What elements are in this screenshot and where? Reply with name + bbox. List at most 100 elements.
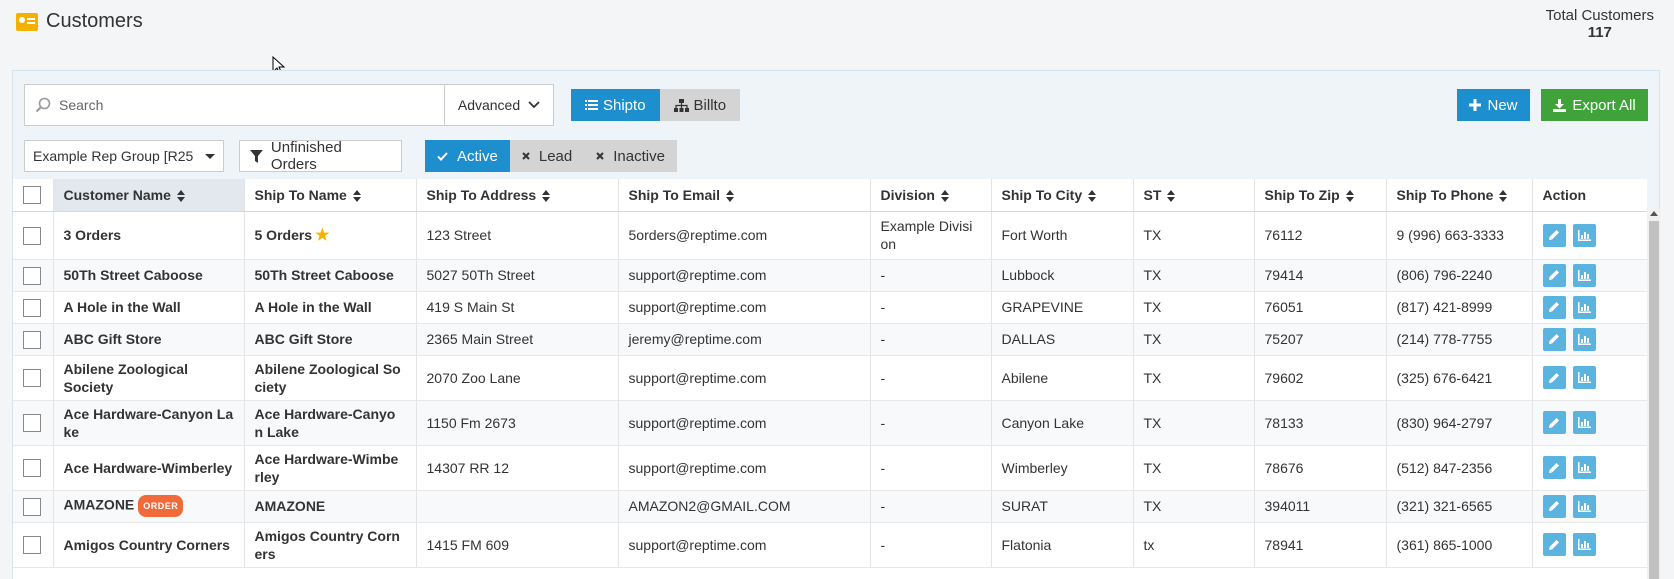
- edit-pencil-icon[interactable]: [1542, 263, 1566, 287]
- status-active-button[interactable]: Active: [425, 140, 510, 172]
- edit-pencil-icon[interactable]: [1542, 366, 1566, 389]
- table-row[interactable]: Ace Hardware-Canyon La ke Ace Hardware-Ca…: [13, 400, 1647, 446]
- ship-to-email: support@reptime.com: [618, 445, 871, 491]
- ship-to-name-cell: Ace Hardware-Wimbe rley: [244, 445, 417, 491]
- customer-name-cell[interactable]: A Hole in the Wall: [53, 291, 245, 324]
- row-checkbox[interactable]: [23, 298, 41, 317]
- unfinished-orders-filter[interactable]: Unfinished Orders: [239, 139, 402, 173]
- bar-chart-icon[interactable]: [1572, 366, 1596, 389]
- table-row[interactable]: Ace Hardware-Wimberley Ace Hardware-Wimbe…: [13, 445, 1647, 491]
- table-row[interactable]: Abilene Zoological Society Abilene Zoolog…: [13, 355, 1647, 401]
- column-ship-to-phone[interactable]: Ship To Phone: [1386, 179, 1533, 212]
- scrollbar-thumb[interactable]: [1649, 221, 1659, 579]
- bar-chart-icon[interactable]: [1572, 456, 1596, 479]
- bar-chart-icon[interactable]: [1572, 494, 1596, 518]
- table-row[interactable]: 3 Orders 5 Orders ★ 123 Street 5orders@repti…: [13, 211, 1647, 260]
- total-customers-label: Total Customers: [1545, 7, 1654, 24]
- table-row[interactable]: AMAZONE ORDER AMAZONE AMAZON2@GMAIL.COM - SUR…: [13, 490, 1647, 523]
- bar-chart-icon[interactable]: [1572, 533, 1596, 556]
- ship-to-address: 2365 Main Street: [416, 323, 619, 356]
- ship-to-state: TX: [1133, 445, 1255, 491]
- edit-pencil-icon[interactable]: [1542, 295, 1566, 319]
- advanced-search-button[interactable]: Advanced: [445, 85, 553, 125]
- search-group: Advanced: [24, 84, 554, 126]
- customer-name-cell[interactable]: AMAZONE ORDER: [53, 490, 245, 523]
- customer-name-cell[interactable]: Amigos Country Corners: [53, 522, 245, 568]
- ship-to-address: 5027 50Th Street: [416, 259, 619, 292]
- row-checkbox[interactable]: [23, 459, 41, 478]
- total-customers-count: 117: [1587, 24, 1612, 41]
- customer-name-cell[interactable]: 3 Orders: [53, 211, 245, 260]
- edit-pencil-icon[interactable]: [1542, 494, 1566, 518]
- ship-to-city: Canyon Lake: [991, 400, 1134, 446]
- close-icon: [522, 152, 530, 160]
- column-division[interactable]: Division: [870, 179, 992, 212]
- ship-to-email: support@reptime.com: [618, 400, 871, 446]
- ship-to-name: Ace Hardware-Canyo n Lake: [254, 405, 396, 440]
- customer-name: ABC Gift Store: [63, 331, 162, 347]
- row-checkbox[interactable]: [23, 497, 41, 516]
- ship-to-zip: 78676: [1254, 445, 1387, 491]
- customer-name-cell[interactable]: 50Th Street Caboose: [53, 259, 245, 292]
- unfinished-label: Unfinished Orders: [270, 139, 342, 173]
- view-toggle: Shipto Billto: [571, 89, 741, 121]
- ship-to-name-cell: 5 Orders ★: [244, 211, 417, 260]
- edit-pencil-icon[interactable]: [1542, 327, 1566, 351]
- ship-to-phone: (512) 847-2356: [1386, 445, 1533, 491]
- table-row[interactable]: Amigos Country Corners Amigos Country Cor…: [13, 522, 1647, 568]
- bar-chart-icon[interactable]: [1572, 295, 1596, 319]
- bar-chart-icon[interactable]: [1572, 411, 1596, 434]
- edit-pencil-icon[interactable]: [1542, 411, 1566, 434]
- column-st[interactable]: ST: [1133, 179, 1255, 212]
- export-label: Export All: [1572, 96, 1636, 114]
- edit-pencil-icon[interactable]: [1542, 533, 1566, 556]
- row-checkbox[interactable]: [23, 266, 41, 285]
- column-ship-to-email[interactable]: Ship To Email: [618, 179, 871, 212]
- customer-name-cell[interactable]: Abilene Zoological Society: [53, 355, 245, 401]
- column-ship-to-zip[interactable]: Ship To Zip: [1254, 179, 1387, 212]
- customer-name-cell[interactable]: Ace Hardware-Canyon La ke: [53, 400, 245, 446]
- new-customer-button[interactable]: New: [1457, 89, 1530, 121]
- scroll-up-icon[interactable]: [1650, 211, 1658, 216]
- ship-to-phone: (817) 421-8999: [1386, 291, 1533, 324]
- column-customer-name[interactable]: Customer Name: [53, 179, 245, 212]
- ship-to-address: 14307 RR 12: [416, 445, 619, 491]
- status-lead-button[interactable]: Lead: [509, 140, 585, 172]
- status-inactive-button[interactable]: Inactive: [584, 140, 677, 172]
- row-select-cell: [13, 400, 54, 446]
- row-checkbox[interactable]: [23, 330, 41, 349]
- bar-chart-icon[interactable]: [1572, 327, 1596, 351]
- customers-table-wrap: Customer Name Ship To Name Ship To Addre…: [13, 179, 1647, 579]
- customer-name-cell[interactable]: ABC Gift Store: [53, 323, 245, 356]
- bar-chart-icon[interactable]: [1572, 263, 1596, 287]
- table-row[interactable]: ABC Gift Store ABC Gift Store 2365 Main St…: [13, 323, 1647, 356]
- customer-name-cell[interactable]: Ace Hardware-Wimberley: [53, 445, 245, 491]
- shipto-label: Shipto: [603, 96, 646, 114]
- ship-to-zip: 78133: [1254, 400, 1387, 446]
- row-select-cell: [13, 445, 54, 491]
- shipto-button[interactable]: Shipto: [571, 89, 660, 121]
- ship-to-name-cell: A Hole in the Wall: [244, 291, 417, 324]
- close-icon: [596, 152, 604, 160]
- column-ship-to-city[interactable]: Ship To City: [991, 179, 1134, 212]
- table-row[interactable]: 50Th Street Caboose 50Th Street Caboose 50…: [13, 259, 1647, 292]
- rep-group-select[interactable]: Example Rep Group [R25: [24, 140, 224, 172]
- export-all-button[interactable]: Export All: [1541, 89, 1648, 121]
- row-checkbox[interactable]: [23, 414, 41, 433]
- edit-pencil-icon[interactable]: [1542, 456, 1566, 479]
- status-lead-label: Lead: [538, 147, 573, 165]
- table-row[interactable]: A Hole in the Wall A Hole in the Wall 419 …: [13, 291, 1647, 324]
- column-ship-to-name[interactable]: Ship To Name: [244, 179, 417, 212]
- sort-icon: [726, 190, 735, 203]
- column-ship-to-address[interactable]: Ship To Address: [416, 179, 619, 212]
- row-checkbox[interactable]: [23, 226, 41, 245]
- division: -: [870, 490, 992, 523]
- select-all-checkbox[interactable]: [23, 185, 41, 204]
- table-scrollbar[interactable]: [1647, 209, 1661, 579]
- edit-pencil-icon[interactable]: [1542, 223, 1566, 247]
- billto-button[interactable]: Billto: [659, 89, 741, 121]
- row-checkbox[interactable]: [23, 536, 41, 555]
- row-checkbox[interactable]: [23, 369, 41, 388]
- bar-chart-icon[interactable]: [1572, 223, 1596, 247]
- search-input[interactable]: [59, 97, 419, 113]
